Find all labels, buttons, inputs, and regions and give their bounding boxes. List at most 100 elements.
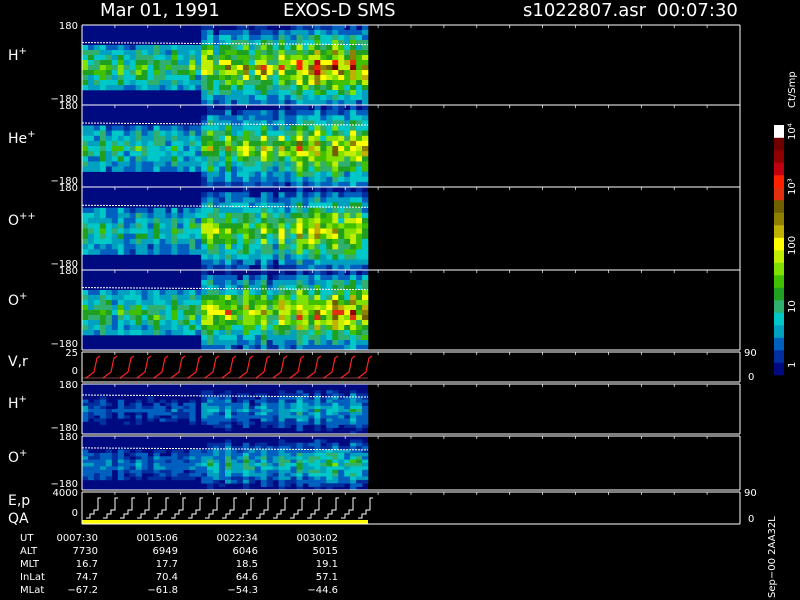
spectrogram-cell (290, 223, 297, 229)
spectrogram-cell (254, 473, 262, 477)
spectrogram-cell (165, 249, 172, 255)
spectrogram-cell (308, 233, 315, 240)
spectrogram-cell (356, 218, 363, 224)
spectrogram-cell (231, 35, 238, 41)
panel-6: O+180−180 (8, 432, 741, 491)
spectrogram-cell (326, 55, 333, 61)
spectrogram-cell (207, 459, 214, 464)
spectrogram-cell (248, 479, 256, 484)
spectrogram-cell (88, 125, 95, 131)
spectrogram-cell (260, 285, 268, 291)
spectrogram-cell (242, 75, 250, 81)
spectrogram-cell (254, 120, 262, 126)
spectrogram-cell (242, 315, 250, 321)
spectrogram-cell (242, 151, 250, 157)
spectrogram-cell (278, 396, 285, 400)
spectrogram-cell (272, 115, 279, 121)
spectrogram-cell (266, 409, 273, 413)
spectrogram-cell (338, 207, 345, 214)
spectrogram-cell (117, 244, 125, 250)
spectrogram-cell (242, 228, 250, 234)
spectrogram-cell (88, 452, 95, 457)
spectrogram-cell (105, 469, 113, 474)
spectrogram-cell (141, 161, 148, 167)
spectrogram-cell (344, 35, 351, 41)
spectrogram-cell (213, 125, 220, 131)
spectrogram-cell (236, 140, 244, 147)
spectrogram-cell (314, 456, 321, 460)
spectrogram-cell (153, 300, 160, 306)
spectrogram-cell (338, 135, 345, 142)
spectrogram-cell (338, 280, 345, 286)
spectrogram-cell (159, 50, 166, 56)
spectrogram-cell (183, 244, 190, 250)
spectrogram-cell (278, 115, 285, 121)
spectrogram-cell (213, 80, 220, 86)
spectrogram-cell (153, 415, 160, 419)
spectrogram-cell (147, 45, 154, 51)
spectrogram-cell (296, 197, 303, 203)
spectrogram-cell (260, 70, 268, 76)
spectrogram-cell (242, 187, 250, 193)
spectrogram-cell (111, 233, 119, 240)
spectrogram-cell (326, 402, 333, 407)
spectrogram-cell (207, 254, 214, 260)
spectrogram-cell (272, 110, 279, 116)
spectrogram-cell (219, 340, 226, 346)
spectrogram-cell (93, 140, 101, 147)
spectrogram-cell (213, 146, 220, 152)
spectrogram-cell (207, 85, 214, 91)
spectrogram-cell (117, 207, 125, 214)
spectrogram-cell (195, 212, 202, 219)
spectrogram-cell (153, 85, 160, 91)
spectrogram-cell (362, 35, 369, 41)
spectrogram-cell (296, 218, 303, 224)
spectrogram-cell (177, 476, 184, 481)
spectrogram-cell (278, 330, 285, 336)
spectrogram-cell (231, 161, 238, 167)
spectrogram-cell (332, 75, 339, 81)
spectrogram-cell (362, 295, 369, 301)
spectrogram-cell (201, 415, 208, 419)
spectrogram-cell (93, 412, 101, 416)
spectrogram-cell (350, 390, 357, 394)
spectrogram-cell (117, 325, 125, 331)
spectrogram-cell (147, 228, 154, 234)
spectrogram-cell (82, 233, 89, 240)
spectrogram-cell (308, 181, 315, 188)
spectrogram-cell (278, 207, 285, 214)
spectrogram-cell (320, 35, 327, 41)
spectrogram-cell (153, 409, 160, 413)
spectrogram-cell (219, 483, 226, 487)
spectrogram-cell (236, 295, 244, 301)
spectrogram-cell (338, 75, 345, 81)
spectrogram-cell (201, 305, 208, 311)
panel-label-charge: + (19, 448, 27, 459)
spectrogram-cell (344, 459, 351, 464)
spectrogram-cell (308, 402, 315, 407)
spectrogram-cell (231, 233, 238, 240)
spectrogram-cell (338, 156, 345, 162)
spectrogram-cell (272, 207, 279, 214)
spectrogram-cell (129, 140, 136, 147)
spectrogram-cell (350, 421, 357, 425)
spectrogram-cell (332, 456, 339, 460)
spectrogram-cell (213, 197, 220, 203)
spectrogram-cell (272, 130, 279, 136)
spectrogram-cell (362, 181, 369, 188)
spectrogram-cell (320, 275, 327, 281)
spectrogram-cell (153, 290, 160, 296)
spectrogram-cell (296, 300, 303, 306)
spectrogram-cell (260, 50, 268, 56)
spectrogram-cell (225, 459, 232, 464)
spectrogram-cell (242, 295, 250, 301)
spectrogram-cell (147, 156, 154, 162)
spectrogram-cell (195, 140, 202, 147)
spectrogram-cell (183, 166, 190, 172)
spectrogram-cell (338, 233, 345, 240)
spectrogram-cell (153, 449, 160, 454)
spectrogram-cell (201, 476, 208, 481)
spectrogram-cell (201, 146, 208, 152)
spectrogram-cell (213, 459, 220, 464)
spectrogram-cell (207, 409, 214, 413)
